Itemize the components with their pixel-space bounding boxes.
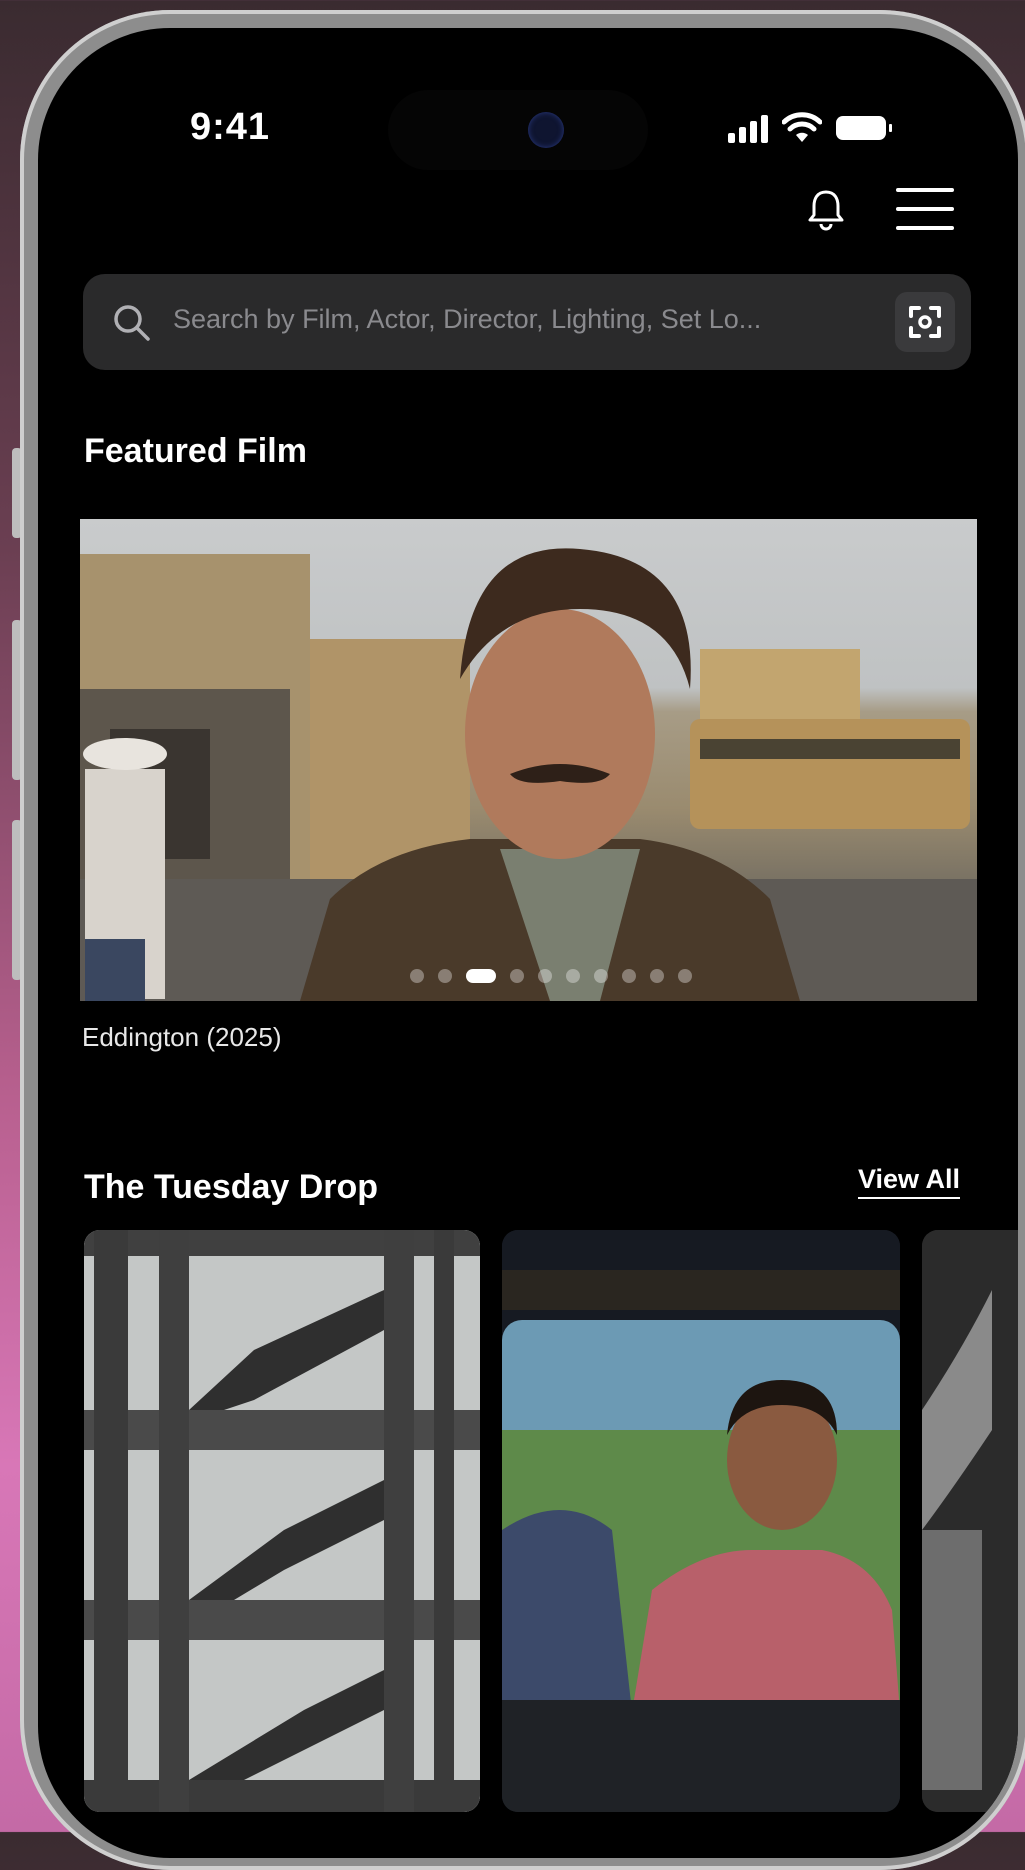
featured-section-title: Featured Film (84, 432, 307, 470)
dynamic-island (388, 90, 648, 170)
battery-icon (836, 116, 892, 140)
tuesday-drop-card-1[interactable] (84, 1230, 480, 1812)
bw-still (922, 1230, 1018, 1812)
search-input[interactable]: Search by Film, Actor, Director, Lightin… (173, 304, 761, 335)
visual-search-button[interactable] (895, 292, 955, 352)
featured-film-image[interactable] (80, 519, 977, 1001)
tv-interview-still (502, 1230, 900, 1812)
status-time: 9:41 (190, 106, 271, 148)
hamburger-menu-icon[interactable] (896, 188, 954, 230)
film-still (80, 548, 977, 1001)
app-screen: 9:41 Search by Film, Actor, Director, Li… (38, 28, 1018, 1858)
wifi-icon (782, 112, 822, 142)
scan-icon (909, 306, 941, 338)
featured-film-caption[interactable]: Eddington (2025) (82, 1022, 281, 1053)
tuesday-drop-title: The Tuesday Drop (84, 1168, 379, 1206)
cellular-signal-icon (728, 113, 768, 143)
tuesday-drop-card-3[interactable] (922, 1230, 1018, 1812)
view-all-link[interactable]: View All (858, 1164, 961, 1199)
front-camera-icon (528, 112, 564, 148)
search-icon (114, 305, 150, 341)
staircase-still (84, 1230, 480, 1812)
status-icons (728, 108, 892, 148)
carousel-indicator[interactable] (410, 969, 692, 983)
search-bar[interactable]: Search by Film, Actor, Director, Lightin… (83, 274, 971, 370)
tuesday-drop-card-2[interactable] (502, 1230, 900, 1812)
notification-bell-icon[interactable] (803, 186, 849, 232)
